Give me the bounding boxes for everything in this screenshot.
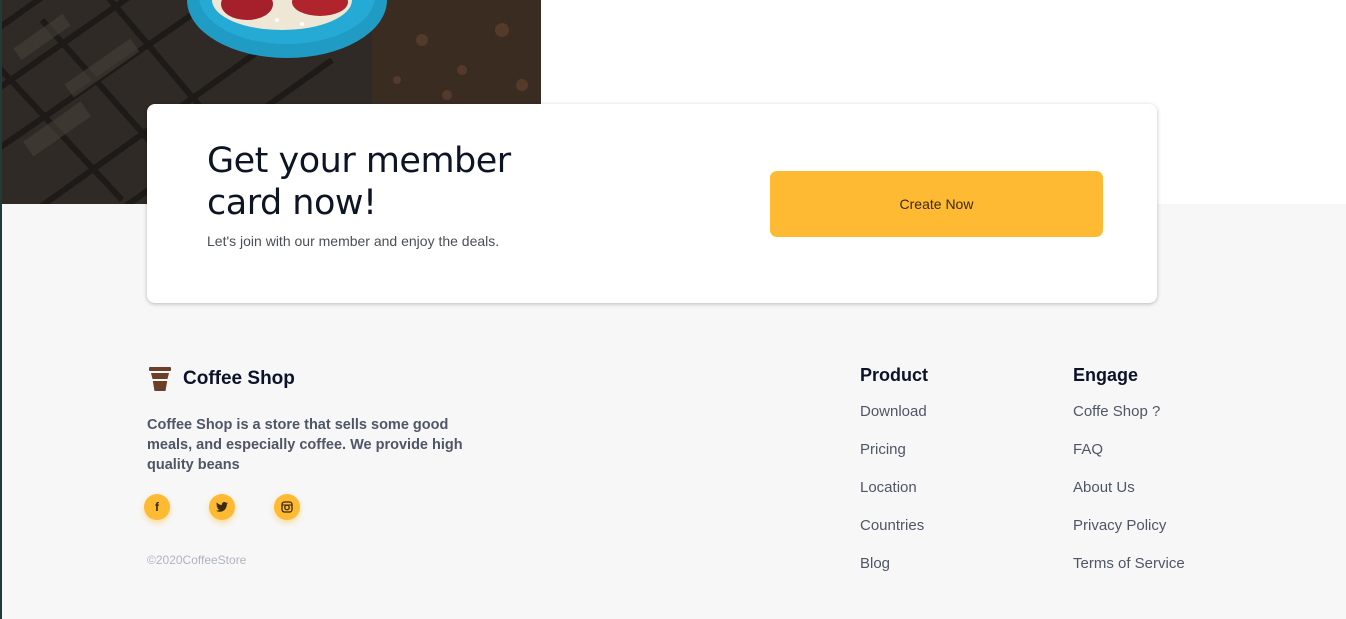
facebook-icon[interactable]: f: [144, 494, 170, 520]
brand-name: Coffee Shop: [183, 368, 295, 389]
link-faq[interactable]: FAQ: [1073, 441, 1185, 459]
social-links: f: [144, 494, 339, 520]
instagram-icon[interactable]: [274, 494, 300, 520]
link-countries[interactable]: Countries: [860, 517, 928, 535]
twitter-icon[interactable]: [209, 494, 235, 520]
product-column: Product Download Pricing Location Countr…: [860, 365, 928, 593]
coffee-cup-icon: [149, 367, 171, 391]
link-download[interactable]: Download: [860, 403, 928, 421]
member-card: Get your member card now! Let's join wit…: [147, 104, 1157, 303]
link-blog[interactable]: Blog: [860, 555, 928, 573]
link-terms-of-service[interactable]: Terms of Service: [1073, 555, 1185, 573]
link-pricing[interactable]: Pricing: [860, 441, 928, 459]
page: Get your member card now! Let's join wit…: [0, 0, 1346, 619]
link-privacy-policy[interactable]: Privacy Policy: [1073, 517, 1185, 535]
engage-column: Engage Coffe Shop ? FAQ About Us Privacy…: [1073, 365, 1185, 593]
left-edge-strip: [0, 0, 2, 619]
product-heading: Product: [860, 365, 929, 385]
link-coffe-shop[interactable]: Coffe Shop ?: [1073, 403, 1185, 421]
copyright-text: ©2020CoffeeStore: [147, 553, 247, 567]
brand-description: Coffee Shop is a store that sells some g…: [147, 417, 463, 473]
engage-heading: Engage: [1073, 365, 1139, 385]
link-about-us[interactable]: About Us: [1073, 479, 1185, 497]
brand: Coffee Shop: [147, 366, 295, 392]
member-card-subtitle: Let's join with our member and enjoy the…: [207, 233, 500, 249]
member-card-title: Get your member card now!: [207, 141, 511, 223]
instagram-glyph: [281, 501, 293, 513]
link-location[interactable]: Location: [860, 479, 928, 497]
twitter-bird-glyph: [216, 502, 228, 512]
create-now-button[interactable]: Create Now: [770, 171, 1103, 237]
